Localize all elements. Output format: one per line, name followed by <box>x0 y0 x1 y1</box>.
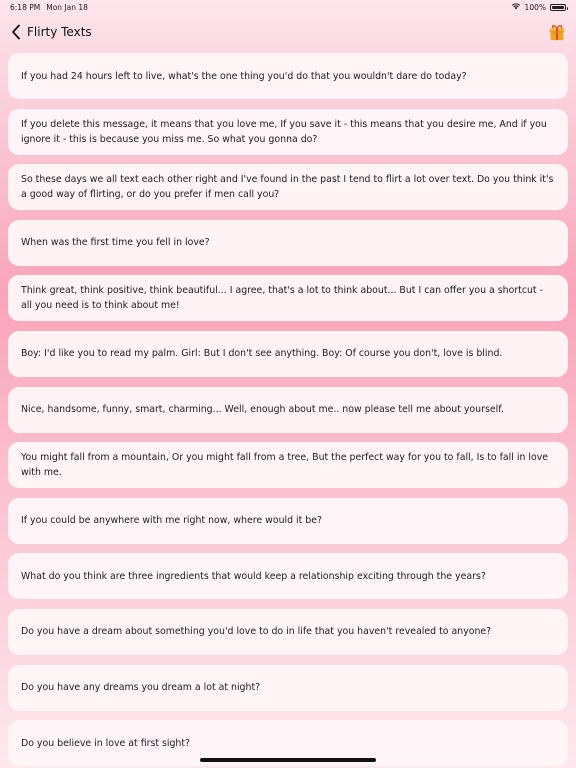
battery-fill <box>552 5 564 9</box>
battery-percent: 100% <box>524 2 546 12</box>
message-text: Do you have any dreams you dream a lot a… <box>21 682 261 694</box>
chevron-left-icon <box>12 24 20 40</box>
message-text: If you delete this message, it means tha… <box>21 118 547 145</box>
message-text: You might fall from a mountain, Or you m… <box>21 452 549 479</box>
message-text: If you could be anywhere with me right n… <box>21 515 322 527</box>
status-date: Mon Jan 18 <box>46 2 88 12</box>
message-card[interactable]: If you delete this message, it means tha… <box>8 108 568 155</box>
gift-icon <box>549 25 565 41</box>
message-text: Nice, handsome, funny, smart, charming..… <box>21 404 504 416</box>
gift-button[interactable] <box>546 21 568 43</box>
message-card[interactable]: Do you have a dream about something you'… <box>8 608 568 655</box>
status-bar: 6:18 PM Mon Jan 18 100% <box>0 0 576 14</box>
home-indicator[interactable] <box>200 758 376 762</box>
message-card[interactable]: So these days we all text each other rig… <box>8 164 568 211</box>
message-text: So these days we all text each other rig… <box>21 174 554 201</box>
wifi-icon <box>511 2 521 12</box>
message-card[interactable]: Nice, handsome, funny, smart, charming..… <box>8 386 568 433</box>
message-text: Do you have a dream about something you'… <box>21 626 492 638</box>
message-list: If you had 24 hours left to live, what's… <box>8 53 568 768</box>
message-card[interactable]: You might fall from a mountain, Or you m… <box>8 442 568 489</box>
message-card[interactable]: If you had 24 hours left to live, what's… <box>8 53 568 99</box>
message-text: Do you believe in love at first sight? <box>21 737 191 749</box>
back-button[interactable] <box>8 22 24 42</box>
message-card[interactable]: What do you think are three ingredients … <box>8 553 568 600</box>
message-card[interactable]: Think great, think positive, think beaut… <box>8 275 568 322</box>
navigation-bar: Flirty Texts <box>0 18 576 46</box>
message-card[interactable]: Do you have any dreams you dream a lot a… <box>8 664 568 711</box>
message-text: When was the first time you fell in love… <box>21 237 210 249</box>
message-card[interactable]: Boy: I'd like you to read my palm. Girl:… <box>8 330 568 377</box>
message-card[interactable]: If you could be anywhere with me right n… <box>8 497 568 544</box>
message-text: What do you think are three ingredients … <box>21 570 486 582</box>
status-time: 6:18 PM <box>10 2 41 12</box>
battery-icon <box>550 3 568 11</box>
message-text: Think great, think positive, think beaut… <box>21 285 543 312</box>
message-text: If you had 24 hours left to live, what's… <box>21 70 467 82</box>
page-title: Flirty Texts <box>27 25 92 39</box>
message-text: Boy: I'd like you to read my palm. Girl:… <box>21 348 503 360</box>
message-card[interactable]: When was the first time you fell in love… <box>8 219 568 266</box>
